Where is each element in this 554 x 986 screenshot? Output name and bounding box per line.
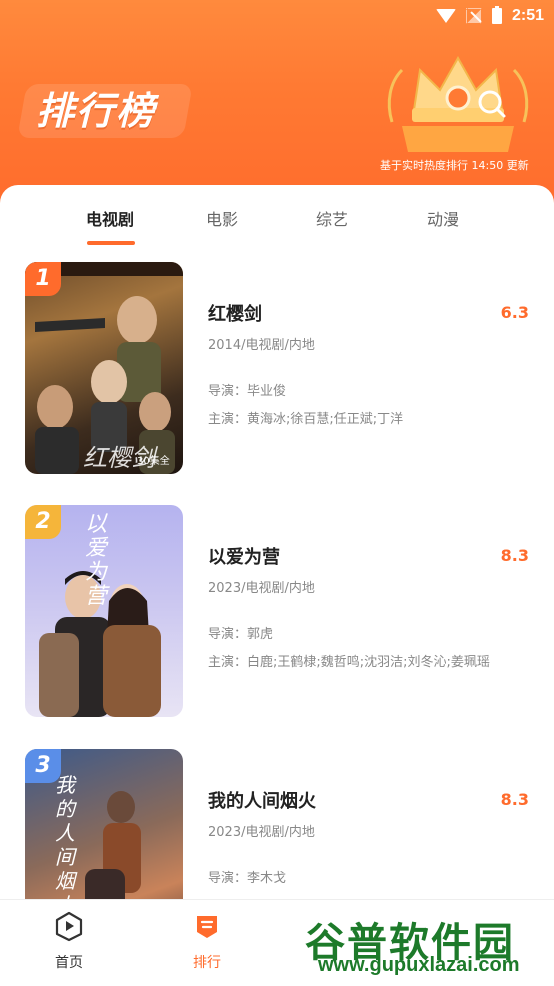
item-cast: 主演：黄海冰;徐百慧;任正斌;丁洋 <box>208 412 404 427</box>
item-director: 导演：郭虎 <box>208 627 274 642</box>
poster-image[interactable]: 2 以爱为营 <box>25 505 183 717</box>
list-item[interactable]: 1 红樱剑 30集全 红樱剑 6.3 2014/电视剧/内地 导演：毕业俊 主演… <box>0 262 554 482</box>
item-cast: 主演：白鹿;王鹤棣;魏哲鸣;沈羽洁;刘冬沁;姜珮瑶 <box>208 655 490 670</box>
status-time: 2:51 <box>511 7 544 24</box>
trophy-crown-icon <box>387 55 529 152</box>
item-meta: 2023/电视剧/内地 <box>208 581 315 596</box>
tab-tv-series[interactable]: 电视剧 <box>86 206 134 230</box>
tab-movie[interactable]: 电影 <box>206 206 238 230</box>
item-director: 导演：毕业俊 <box>208 384 287 399</box>
page-title: 排行榜 <box>36 89 157 133</box>
nav-ranking[interactable]: 排行 <box>162 910 252 972</box>
item-director: 导演：李木戈 <box>208 871 287 886</box>
list-item[interactable]: 2 以爱为营 以爱为营 8.3 2023/电视剧/内地 导演：郭虎 主演：白鹿;… <box>0 505 554 725</box>
ranking-icon <box>197 916 217 938</box>
rank-badge: 2 <box>25 505 61 539</box>
battery-icon <box>491 6 502 24</box>
item-title[interactable]: 红樱剑 <box>208 300 262 326</box>
nav-home[interactable]: 首页 <box>24 910 114 972</box>
item-score: 6.3 <box>500 303 529 322</box>
poster-image[interactable]: 1 红樱剑 30集全 <box>25 262 183 474</box>
poster-title: 我的人间烟火 <box>55 773 75 917</box>
item-score: 8.3 <box>500 790 529 809</box>
tab-variety[interactable]: 综艺 <box>316 206 348 230</box>
play-icon <box>55 911 83 942</box>
signal-icon <box>465 8 482 24</box>
rank-badge: 1 <box>25 262 61 296</box>
item-title[interactable]: 我的人间烟火 <box>208 787 316 813</box>
nav-ranking-label: 排行 <box>193 955 221 971</box>
item-meta: 2014/电视剧/内地 <box>208 338 315 353</box>
category-tabs: 电视剧 电影 综艺 动漫 <box>0 190 554 246</box>
item-title[interactable]: 以爱为营 <box>208 543 280 569</box>
poster-episode-badge: 30集全 <box>137 456 170 467</box>
tab-anime[interactable]: 动漫 <box>427 206 459 230</box>
wifi-icon <box>435 9 456 23</box>
update-note: 基于实时热度排行 14:50 更新 <box>380 159 529 172</box>
item-meta: 2023/电视剧/内地 <box>208 825 315 840</box>
status-bar: 2:51 <box>435 4 544 28</box>
item-score: 8.3 <box>500 546 529 565</box>
poster-title: 以爱为营 <box>85 512 108 609</box>
watermark-url: www.gupuxlazai.com <box>318 954 520 976</box>
nav-home-label: 首页 <box>55 955 83 971</box>
tab-active-indicator <box>87 241 135 245</box>
